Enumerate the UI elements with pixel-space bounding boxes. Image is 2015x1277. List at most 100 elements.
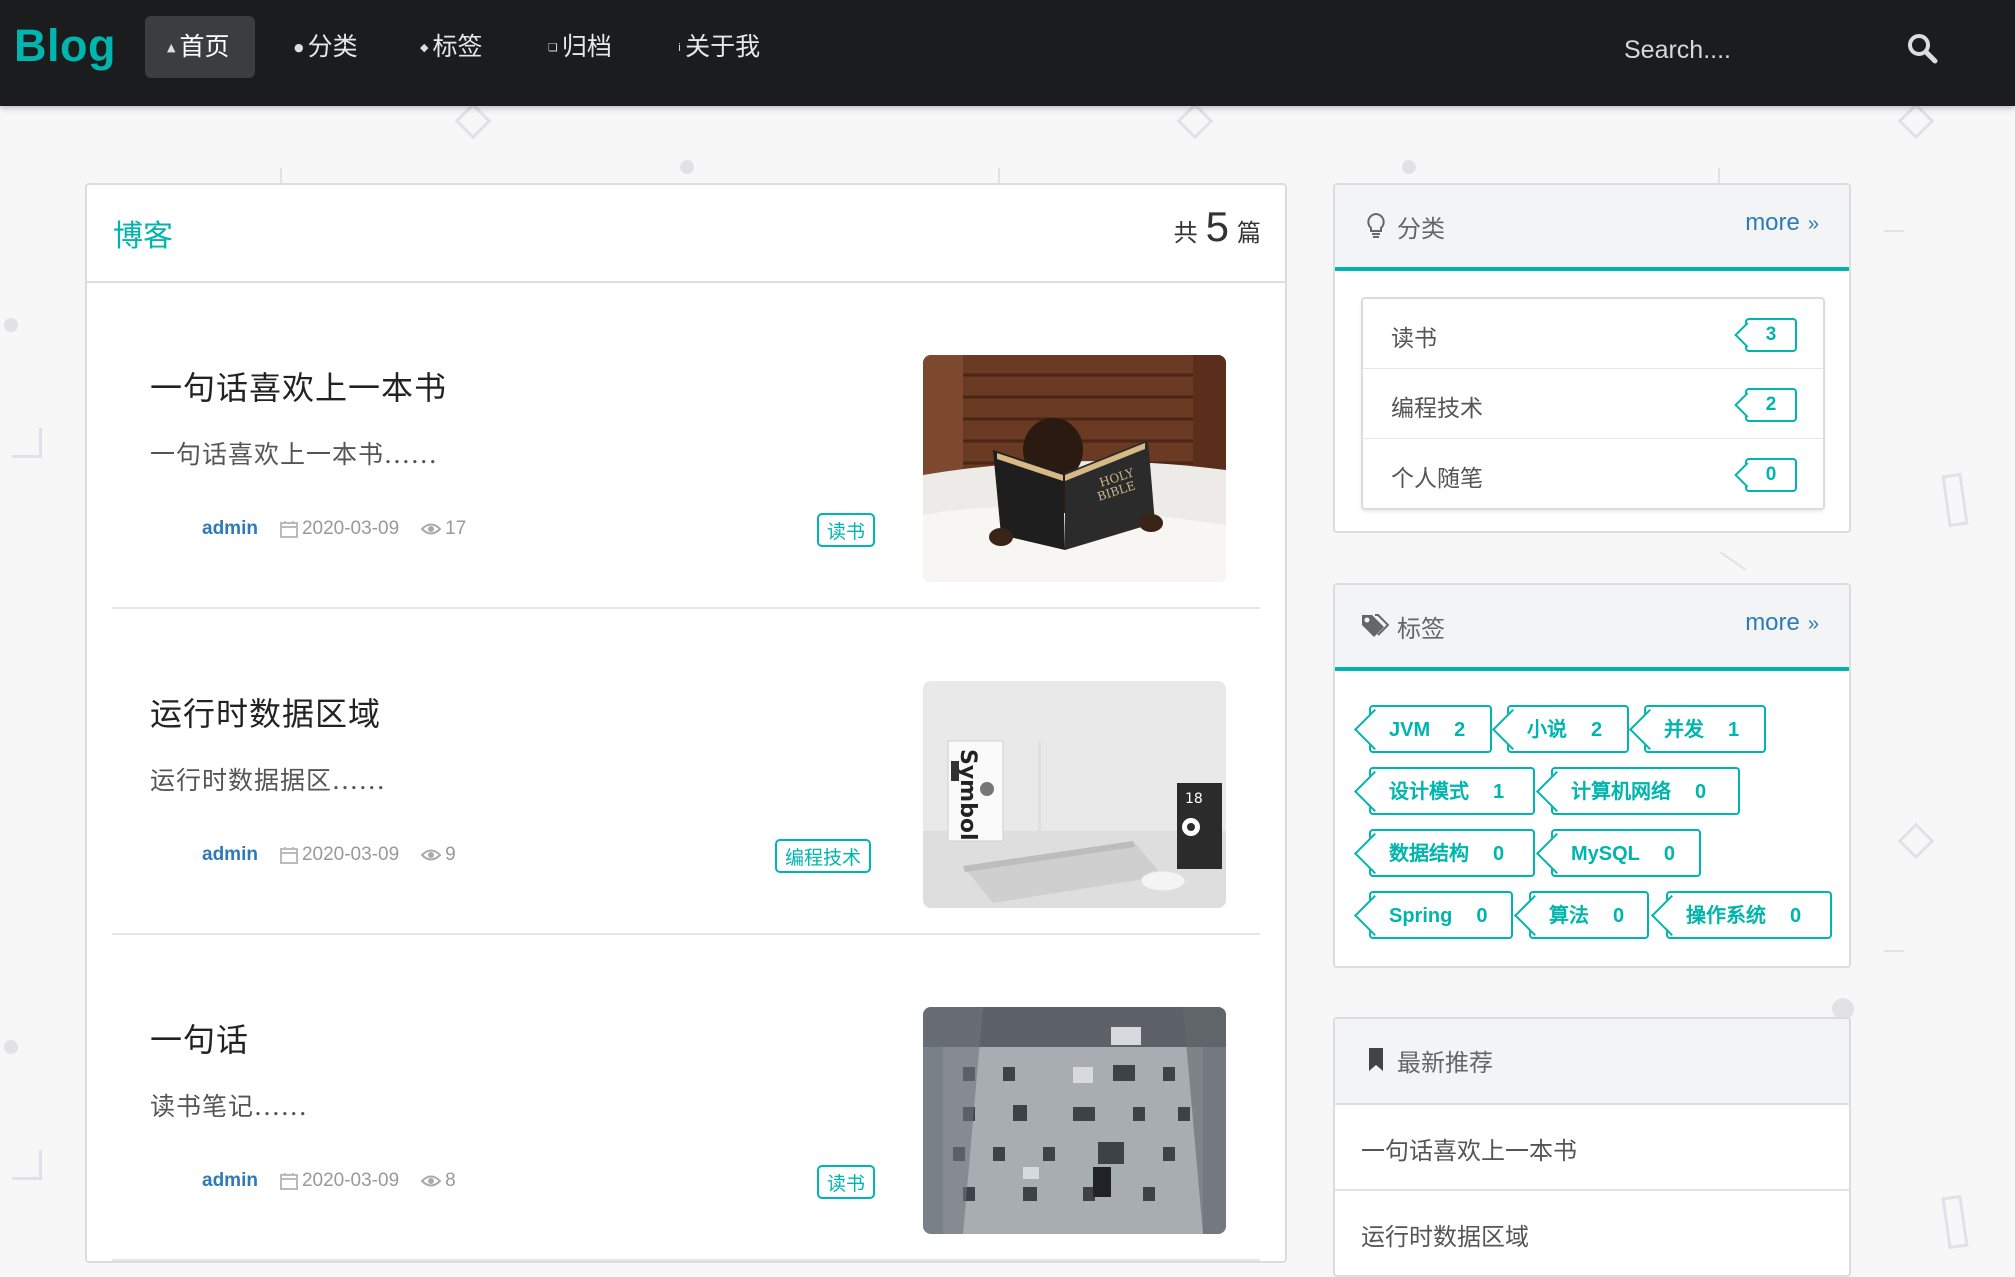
categories-more-link[interactable]: more» bbox=[1745, 209, 1819, 237]
recommend-item[interactable]: 运行时数据区域 bbox=[1335, 1191, 1849, 1275]
post-meta: admin 2020-03-09 9 bbox=[202, 844, 456, 866]
post-views: 17 bbox=[445, 518, 467, 539]
search-icon[interactable] bbox=[1904, 30, 1940, 66]
background-shape bbox=[1897, 822, 1935, 860]
double-chevron-right-icon: » bbox=[1807, 613, 1819, 635]
blog-list-header: 博客 共5篇 bbox=[87, 185, 1285, 283]
category-name: 个人随笔 bbox=[1391, 466, 1483, 492]
background-shape bbox=[12, 428, 42, 458]
post-author[interactable]: admin bbox=[202, 518, 258, 540]
post-thumbnail-image[interactable]: Symbol 18 bbox=[923, 681, 1226, 908]
post-author[interactable]: admin bbox=[202, 1170, 258, 1192]
post-title[interactable]: 运行时数据区域 bbox=[150, 689, 381, 735]
category-count-badge: 2 bbox=[1745, 388, 1797, 422]
recommend-header: 最新推荐 bbox=[1335, 1019, 1849, 1105]
post-thumbnail-image[interactable]: HOLY BIBLE bbox=[923, 355, 1226, 582]
tag-item[interactable]: MySQL 0 bbox=[1551, 829, 1701, 877]
background-shape bbox=[1941, 1194, 1969, 1250]
post-item: 一句话喜欢上一本书 一句话喜欢上一本书...... admin 2020-03-… bbox=[87, 283, 1285, 609]
nav-item-archive[interactable]: ❏ 归档 bbox=[526, 16, 634, 78]
double-chevron-right-icon: » bbox=[1807, 213, 1819, 235]
background-shape bbox=[680, 160, 694, 174]
tags-header: 标签 more» bbox=[1335, 585, 1849, 671]
eye-icon bbox=[421, 849, 442, 861]
top-navbar: Blog ▲ 首页 ● 分类 ◆ 标签 ❏ 归档 i 关于我 bbox=[0, 0, 2015, 106]
post-category-label[interactable]: 读书 bbox=[817, 513, 876, 547]
category-item[interactable]: 编程技术 2 bbox=[1363, 369, 1823, 439]
post-thumbnail-image[interactable] bbox=[923, 1007, 1226, 1234]
tag-item[interactable]: 并发 1 bbox=[1644, 705, 1766, 753]
post-views: 8 bbox=[445, 1170, 456, 1191]
post-item: 一句话 读书笔记...... admin 2020-03-09 8 读书 bbox=[87, 935, 1285, 1261]
eye-icon bbox=[421, 1175, 442, 1187]
background-shape bbox=[12, 1150, 42, 1180]
bookmark-icon bbox=[1369, 1048, 1383, 1071]
info-icon: i bbox=[678, 41, 682, 54]
tag-item[interactable]: Spring 0 bbox=[1369, 891, 1513, 939]
post-views: 9 bbox=[445, 844, 456, 865]
post-meta: admin 2020-03-09 17 bbox=[202, 518, 466, 540]
background-shape bbox=[1884, 230, 1904, 232]
calendar-icon bbox=[279, 521, 298, 538]
background-shape bbox=[1884, 950, 1904, 952]
post-category-label[interactable]: 编程技术 bbox=[775, 839, 872, 873]
nav-item-tags[interactable]: ◆ 标签 bbox=[398, 16, 504, 78]
tag-item[interactable]: 设计模式 1 bbox=[1369, 767, 1535, 815]
post-title[interactable]: 一句话喜欢上一本书 bbox=[150, 363, 447, 409]
calendar-icon bbox=[279, 847, 298, 864]
nav-item-home[interactable]: ▲ 首页 bbox=[145, 16, 255, 78]
background-shape bbox=[1176, 102, 1214, 140]
home-icon: ▲ bbox=[167, 41, 176, 54]
tag-item[interactable]: 小说 2 bbox=[1507, 705, 1629, 753]
tag-item[interactable]: 操作系统 0 bbox=[1666, 891, 1832, 939]
category-count-badge: 0 bbox=[1745, 458, 1797, 492]
category-count-badge: 3 bbox=[1745, 318, 1797, 352]
search-input[interactable] bbox=[1622, 24, 1906, 76]
background-shape bbox=[454, 102, 492, 140]
categories-title: 分类 bbox=[1397, 215, 1445, 243]
tags-icon bbox=[1362, 614, 1389, 637]
background-shape bbox=[1720, 551, 1746, 571]
eye-icon bbox=[421, 523, 442, 535]
post-title[interactable]: 一句话 bbox=[150, 1015, 249, 1061]
post-excerpt: 一句话喜欢上一本书...... bbox=[150, 440, 438, 469]
blog-list-panel: 博客 共5篇 一句话喜欢上一本书 一句话喜欢上一本书...... admin 2… bbox=[85, 183, 1287, 1263]
category-item[interactable]: 个人随笔 0 bbox=[1363, 439, 1823, 508]
post-count: 共5篇 bbox=[1173, 203, 1261, 250]
tag-item[interactable]: 算法 0 bbox=[1529, 891, 1649, 939]
clone-icon: ❏ bbox=[548, 41, 558, 54]
post-category-label[interactable]: 读书 bbox=[817, 1165, 876, 1199]
calendar-icon bbox=[279, 1173, 298, 1190]
post-date: 2020-03-09 bbox=[301, 1170, 400, 1191]
categories-header: 分类 more» bbox=[1335, 185, 1849, 271]
tag-item[interactable]: 计算机网络 0 bbox=[1551, 767, 1740, 815]
background-shape bbox=[1941, 472, 1969, 528]
tags-title: 标签 bbox=[1397, 615, 1445, 643]
post-excerpt: 读书笔记...... bbox=[150, 1092, 308, 1121]
post-meta: admin 2020-03-09 8 bbox=[202, 1170, 456, 1192]
page-title: 博客 bbox=[113, 219, 173, 254]
background-shape bbox=[4, 1040, 18, 1054]
nav-item-categories[interactable]: ● 分类 bbox=[272, 16, 380, 78]
category-item[interactable]: 读书 3 bbox=[1363, 299, 1823, 369]
background-shape bbox=[1402, 160, 1416, 174]
post-divider bbox=[112, 1259, 1260, 1261]
tags-more-link[interactable]: more» bbox=[1745, 609, 1819, 637]
recommend-item[interactable]: 一句话喜欢上一本书 bbox=[1335, 1105, 1849, 1191]
nav-item-about[interactable]: i 关于我 bbox=[656, 16, 782, 78]
tags-panel: 标签 more» JVM 2 小说 2 并发 1 设计模式 1 计算机网络 0 数据结构 0… bbox=[1333, 583, 1851, 968]
background-shape bbox=[1897, 102, 1935, 140]
tag-icon: ◆ bbox=[420, 41, 429, 54]
category-name: 读书 bbox=[1391, 326, 1437, 352]
post-excerpt: 运行时数据据区...... bbox=[150, 766, 386, 795]
post-author[interactable]: admin bbox=[202, 844, 258, 866]
category-list: 读书 3 编程技术 2 个人随笔 0 bbox=[1361, 297, 1825, 510]
tag-item[interactable]: JVM 2 bbox=[1369, 705, 1492, 753]
lightbulb-icon bbox=[1367, 212, 1385, 238]
recommend-panel: 最新推荐 一句话喜欢上一本书 运行时数据区域 bbox=[1333, 1017, 1851, 1277]
brand-logo[interactable]: Blog bbox=[14, 20, 116, 72]
post-item: 运行时数据区域 运行时数据据区...... admin 2020-03-09 9… bbox=[87, 609, 1285, 935]
background-shape bbox=[4, 318, 18, 332]
post-date: 2020-03-09 bbox=[301, 518, 400, 539]
tag-item[interactable]: 数据结构 0 bbox=[1369, 829, 1535, 877]
